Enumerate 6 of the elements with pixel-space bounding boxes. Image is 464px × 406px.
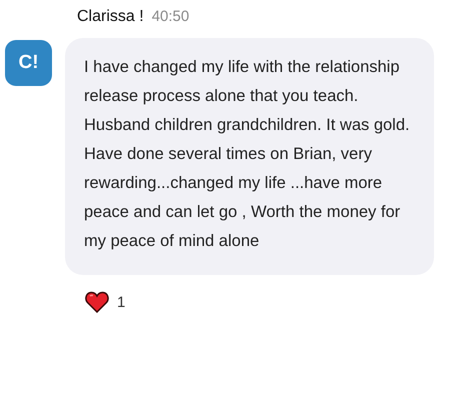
- avatar: C!: [5, 40, 52, 86]
- message-time: 40:50: [152, 8, 190, 25]
- message-text: I have changed my life with the relationship release process alone that you teach. Husband children grandchildren. It was gold. Have done several times on Brian, very rewarding...changed my life ...have more peace and can let go , Worth the money for my peace of mind alone: [84, 57, 411, 252]
- heart-icon: [85, 291, 109, 313]
- reaction-count: 1: [117, 294, 126, 310]
- author-name: Clarissa !: [77, 8, 144, 26]
